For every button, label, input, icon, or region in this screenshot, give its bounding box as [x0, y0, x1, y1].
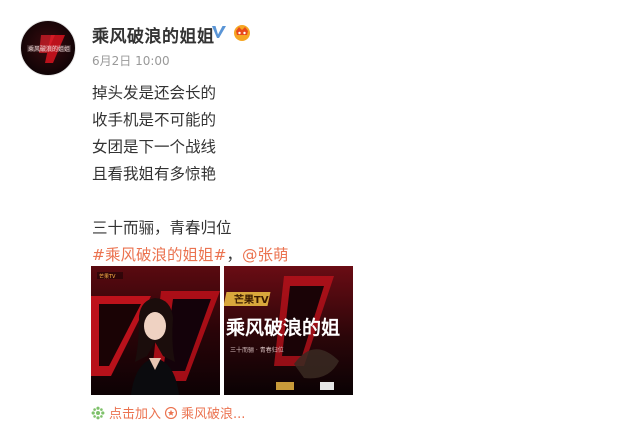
supertopic-icon [91, 406, 105, 419]
post-tags-line: #乘风破浪的姐姐#，@张萌 [92, 242, 289, 269]
supertopic-join-text[interactable]: 点击加入 [109, 403, 161, 422]
post-body: 掉头发是还会长的 收手机是不可能的 女团是下一个战线 且看我姐有多惊艳 三十而骊… [92, 80, 289, 269]
post-line: 三十而骊，青春归位 [92, 219, 232, 237]
avatar-text: 乘风破浪的姐姐 [28, 45, 70, 53]
weibo-post: 乘风破浪的姐姐 乘风破浪的姐姐 6月2日 10:00 掉头发是还会长的 收手机是… [0, 0, 640, 432]
supertopic-link[interactable]: 点击加入 乘风破浪... [91, 403, 245, 422]
post-line: 收手机是不可能的 [92, 111, 217, 129]
tag-separator: ， [226, 246, 242, 264]
vip-crown-icon[interactable] [232, 22, 252, 42]
image-title-text: 乘风破浪的姐 [225, 316, 340, 339]
account-name[interactable]: 乘风破浪的姐姐 [92, 22, 215, 47]
post-image-1[interactable]: 芒果TV [91, 266, 220, 395]
account-avatar[interactable]: 乘风破浪的姐姐 [20, 20, 76, 76]
post-line-blank [92, 188, 289, 215]
post-line: 女团是下一个战线 [92, 138, 217, 156]
post-line: 且看我姐有多惊艳 [92, 165, 217, 183]
supertopic-star-icon [165, 406, 178, 419]
hashtag-link[interactable]: #乘风破浪的姐姐# [92, 246, 226, 264]
image-sub-text: 三十而骊 · 青春归位 [230, 346, 284, 354]
image-badge-text: 芒果TV [234, 293, 269, 306]
avatar-logo-icon: 乘风破浪的姐姐 [27, 35, 71, 63]
supertopic-name[interactable]: 乘风破浪... [181, 403, 245, 422]
post-line: 掉头发是还会长的 [92, 84, 217, 102]
poster-show-title-image: 芒果TV 乘风破浪的姐 三十而骊 · 青春归位 [224, 266, 353, 395]
post-image-2[interactable]: 芒果TV 乘风破浪的姐 三十而骊 · 青春归位 [224, 266, 353, 395]
image-logo-text: 芒果TV [99, 273, 116, 280]
poster-zhang-meng-image: 芒果TV [91, 266, 220, 395]
post-time[interactable]: 6月2日 10:00 [92, 52, 170, 69]
verified-v-icon [212, 26, 226, 38]
mention-link[interactable]: @张萌 [242, 246, 289, 264]
